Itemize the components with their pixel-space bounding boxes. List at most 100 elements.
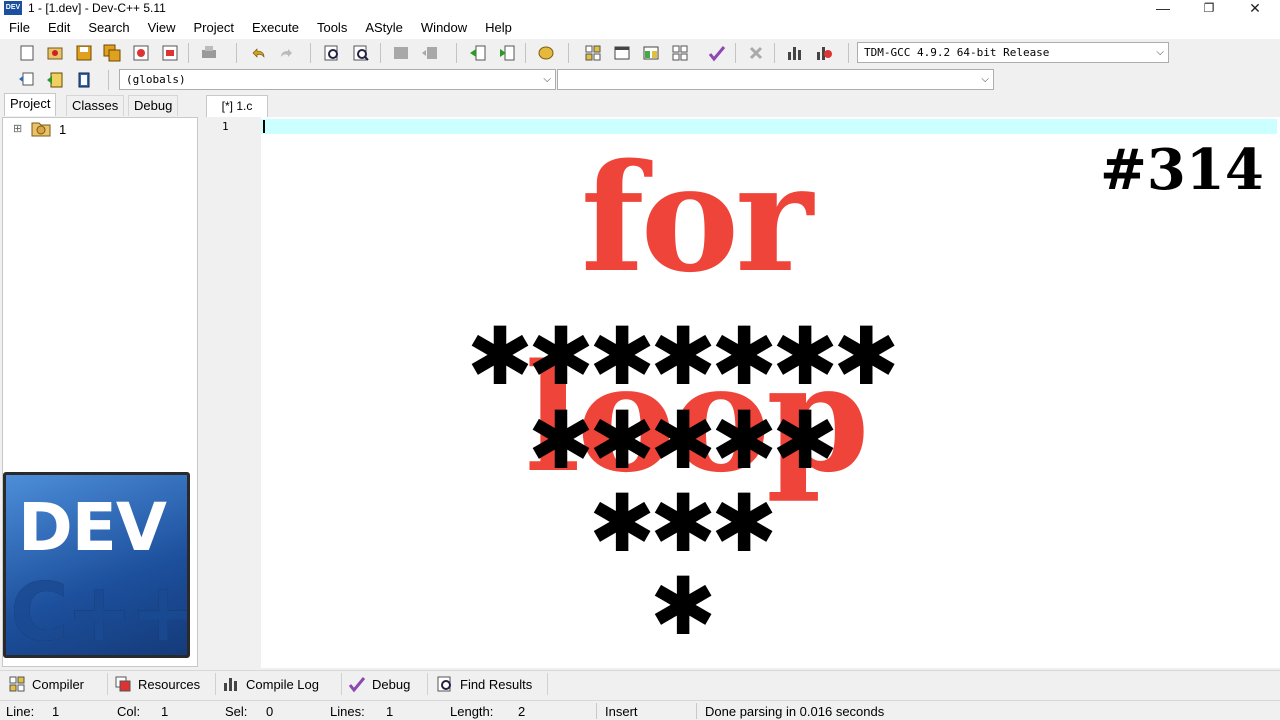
tab-compile-log[interactable]: Compile Log [218, 673, 342, 695]
compile-log-chart-icon [224, 678, 237, 691]
tree-expand-icon[interactable]: ⊞ [13, 122, 22, 135]
project-options-icon[interactable] [535, 42, 557, 64]
status-length-label: Length: [450, 704, 494, 719]
main-toolbar: TDM-GCC 4.9.2 64-bit Release ⌵ [0, 39, 1280, 66]
close-all-icon[interactable] [159, 42, 181, 64]
tab-debug-output[interactable]: Debug [344, 673, 428, 695]
indent-icon[interactable] [390, 42, 412, 64]
status-col-label: Col: [117, 704, 141, 719]
undo-icon[interactable] [247, 42, 269, 64]
scope-select-value: (globals) [126, 73, 186, 86]
compile-run-icon[interactable] [640, 42, 662, 64]
status-bar: Line: 1 Col: 1 Sel: 0 Lines: 1 Length: 2… [0, 700, 1280, 720]
status-sel-label: Sel: [225, 704, 248, 719]
tab-debug-output-label: Debug [372, 676, 411, 692]
tab-compiler[interactable]: Compiler [4, 673, 108, 695]
editor-tab-1c[interactable]: [*] 1.c [206, 95, 268, 117]
tab-classes[interactable]: Classes [66, 95, 125, 116]
find-icon[interactable] [321, 42, 343, 64]
menu-astyle[interactable]: AStyle [365, 17, 403, 39]
window-title: 1 - [1.dev] - Dev-C++ 5.11 [28, 1, 166, 15]
menu-window[interactable]: Window [421, 17, 467, 39]
syntax-check-icon[interactable] [706, 42, 728, 64]
menu-bar: File Edit Search View Project Execute To… [0, 17, 1280, 39]
bottom-panel-tabs: Compiler Resources Compile Log Debug Fin… [0, 670, 1280, 696]
close-button[interactable]: ✕ [1232, 0, 1278, 17]
tab-resources-label: Resources [138, 676, 201, 692]
devcpp-app-icon: DEV [4, 1, 22, 15]
line-number: 1 [222, 120, 229, 133]
resources-icon [115, 676, 131, 692]
star-row-4: ✱ [649, 560, 716, 653]
tab-compiler-label: Compiler [32, 676, 85, 692]
status-length-value: 2 [518, 704, 526, 719]
line-gutter [207, 117, 261, 668]
chevron-down-icon: ⌵ [981, 74, 989, 85]
menu-project[interactable]: Project [194, 17, 234, 39]
unindent-icon[interactable] [419, 42, 441, 64]
profile-analysis-icon[interactable] [784, 42, 806, 64]
rebuild-icon[interactable] [669, 42, 691, 64]
new-file-icon[interactable] [16, 42, 38, 64]
title-bar: DEV 1 - [1.dev] - Dev-C++ 5.11 — ❐ ✕ [0, 0, 1280, 17]
compile-icon[interactable] [582, 42, 604, 64]
tree-item-project[interactable]: 1 [59, 122, 66, 137]
tab-resources[interactable]: Resources [110, 673, 216, 695]
status-col-value: 1 [161, 704, 169, 719]
save-icon[interactable] [73, 42, 95, 64]
function-select[interactable]: ⌵ [557, 69, 994, 90]
close-file-icon[interactable] [130, 42, 152, 64]
star-row-1: ✱✱✱✱✱✱✱ [466, 310, 899, 403]
status-sel-value: 0 [266, 704, 274, 719]
star-row-3: ✱✱✱ [588, 477, 777, 570]
delete-profile-icon[interactable] [813, 42, 835, 64]
print-icon[interactable] [198, 42, 220, 64]
chevron-down-icon: ⌵ [1156, 47, 1164, 58]
status-line-value: 1 [52, 704, 60, 719]
restore-button[interactable]: ❐ [1186, 0, 1232, 17]
project-folder-icon [31, 120, 51, 137]
menu-search[interactable]: Search [88, 17, 129, 39]
goto-bookmark-icon[interactable] [73, 69, 95, 91]
insert-icon[interactable] [15, 69, 37, 91]
episode-number: #314 [1100, 137, 1264, 203]
debug-check-icon [348, 677, 366, 693]
compiler-select-value: TDM-GCC 4.9.2 64-bit Release [864, 46, 1050, 59]
compiler-select[interactable]: TDM-GCC 4.9.2 64-bit Release ⌵ [857, 42, 1169, 63]
status-message: Done parsing in 0.016 seconds [705, 704, 885, 719]
redo-icon[interactable] [276, 42, 298, 64]
menu-tools[interactable]: Tools [317, 17, 347, 39]
tab-project[interactable]: Project [4, 93, 57, 116]
remove-from-project-icon[interactable] [496, 42, 518, 64]
status-insert-mode: Insert [605, 704, 638, 719]
status-lines-label: Lines: [330, 704, 365, 719]
text-caret [263, 120, 265, 133]
devcpp-logo: DEV C++ [3, 472, 190, 658]
tab-find-results-label: Find Results [460, 676, 533, 692]
tab-find-results[interactable]: Find Results [432, 673, 548, 695]
scope-select[interactable]: (globals) ⌵ [119, 69, 556, 90]
logo-text-dev: DEV [18, 489, 167, 566]
open-project-icon[interactable] [44, 42, 66, 64]
run-icon[interactable] [611, 42, 633, 64]
minimize-button[interactable]: — [1140, 0, 1186, 17]
tab-debug[interactable]: Debug [128, 95, 179, 116]
menu-edit[interactable]: Edit [48, 17, 70, 39]
status-line-label: Line: [6, 704, 35, 719]
tab-compile-log-label: Compile Log [246, 676, 319, 692]
find-results-icon [437, 676, 451, 692]
add-to-project-icon[interactable] [467, 42, 489, 64]
star-row-2: ✱✱✱✱✱ [527, 394, 838, 487]
menu-help[interactable]: Help [485, 17, 512, 39]
class-toolbar: (globals) ⌵ ⌵ [0, 66, 1280, 93]
compiler-grid-icon [9, 676, 25, 692]
menu-execute[interactable]: Execute [252, 17, 299, 39]
toggle-bookmark-icon[interactable] [44, 69, 66, 91]
chevron-down-icon: ⌵ [543, 74, 551, 85]
stop-execution-icon[interactable] [745, 42, 767, 64]
save-all-icon[interactable] [101, 42, 123, 64]
replace-icon[interactable] [350, 42, 372, 64]
menu-file[interactable]: File [9, 17, 30, 39]
menu-view[interactable]: View [148, 17, 176, 39]
status-lines-value: 1 [386, 704, 394, 719]
